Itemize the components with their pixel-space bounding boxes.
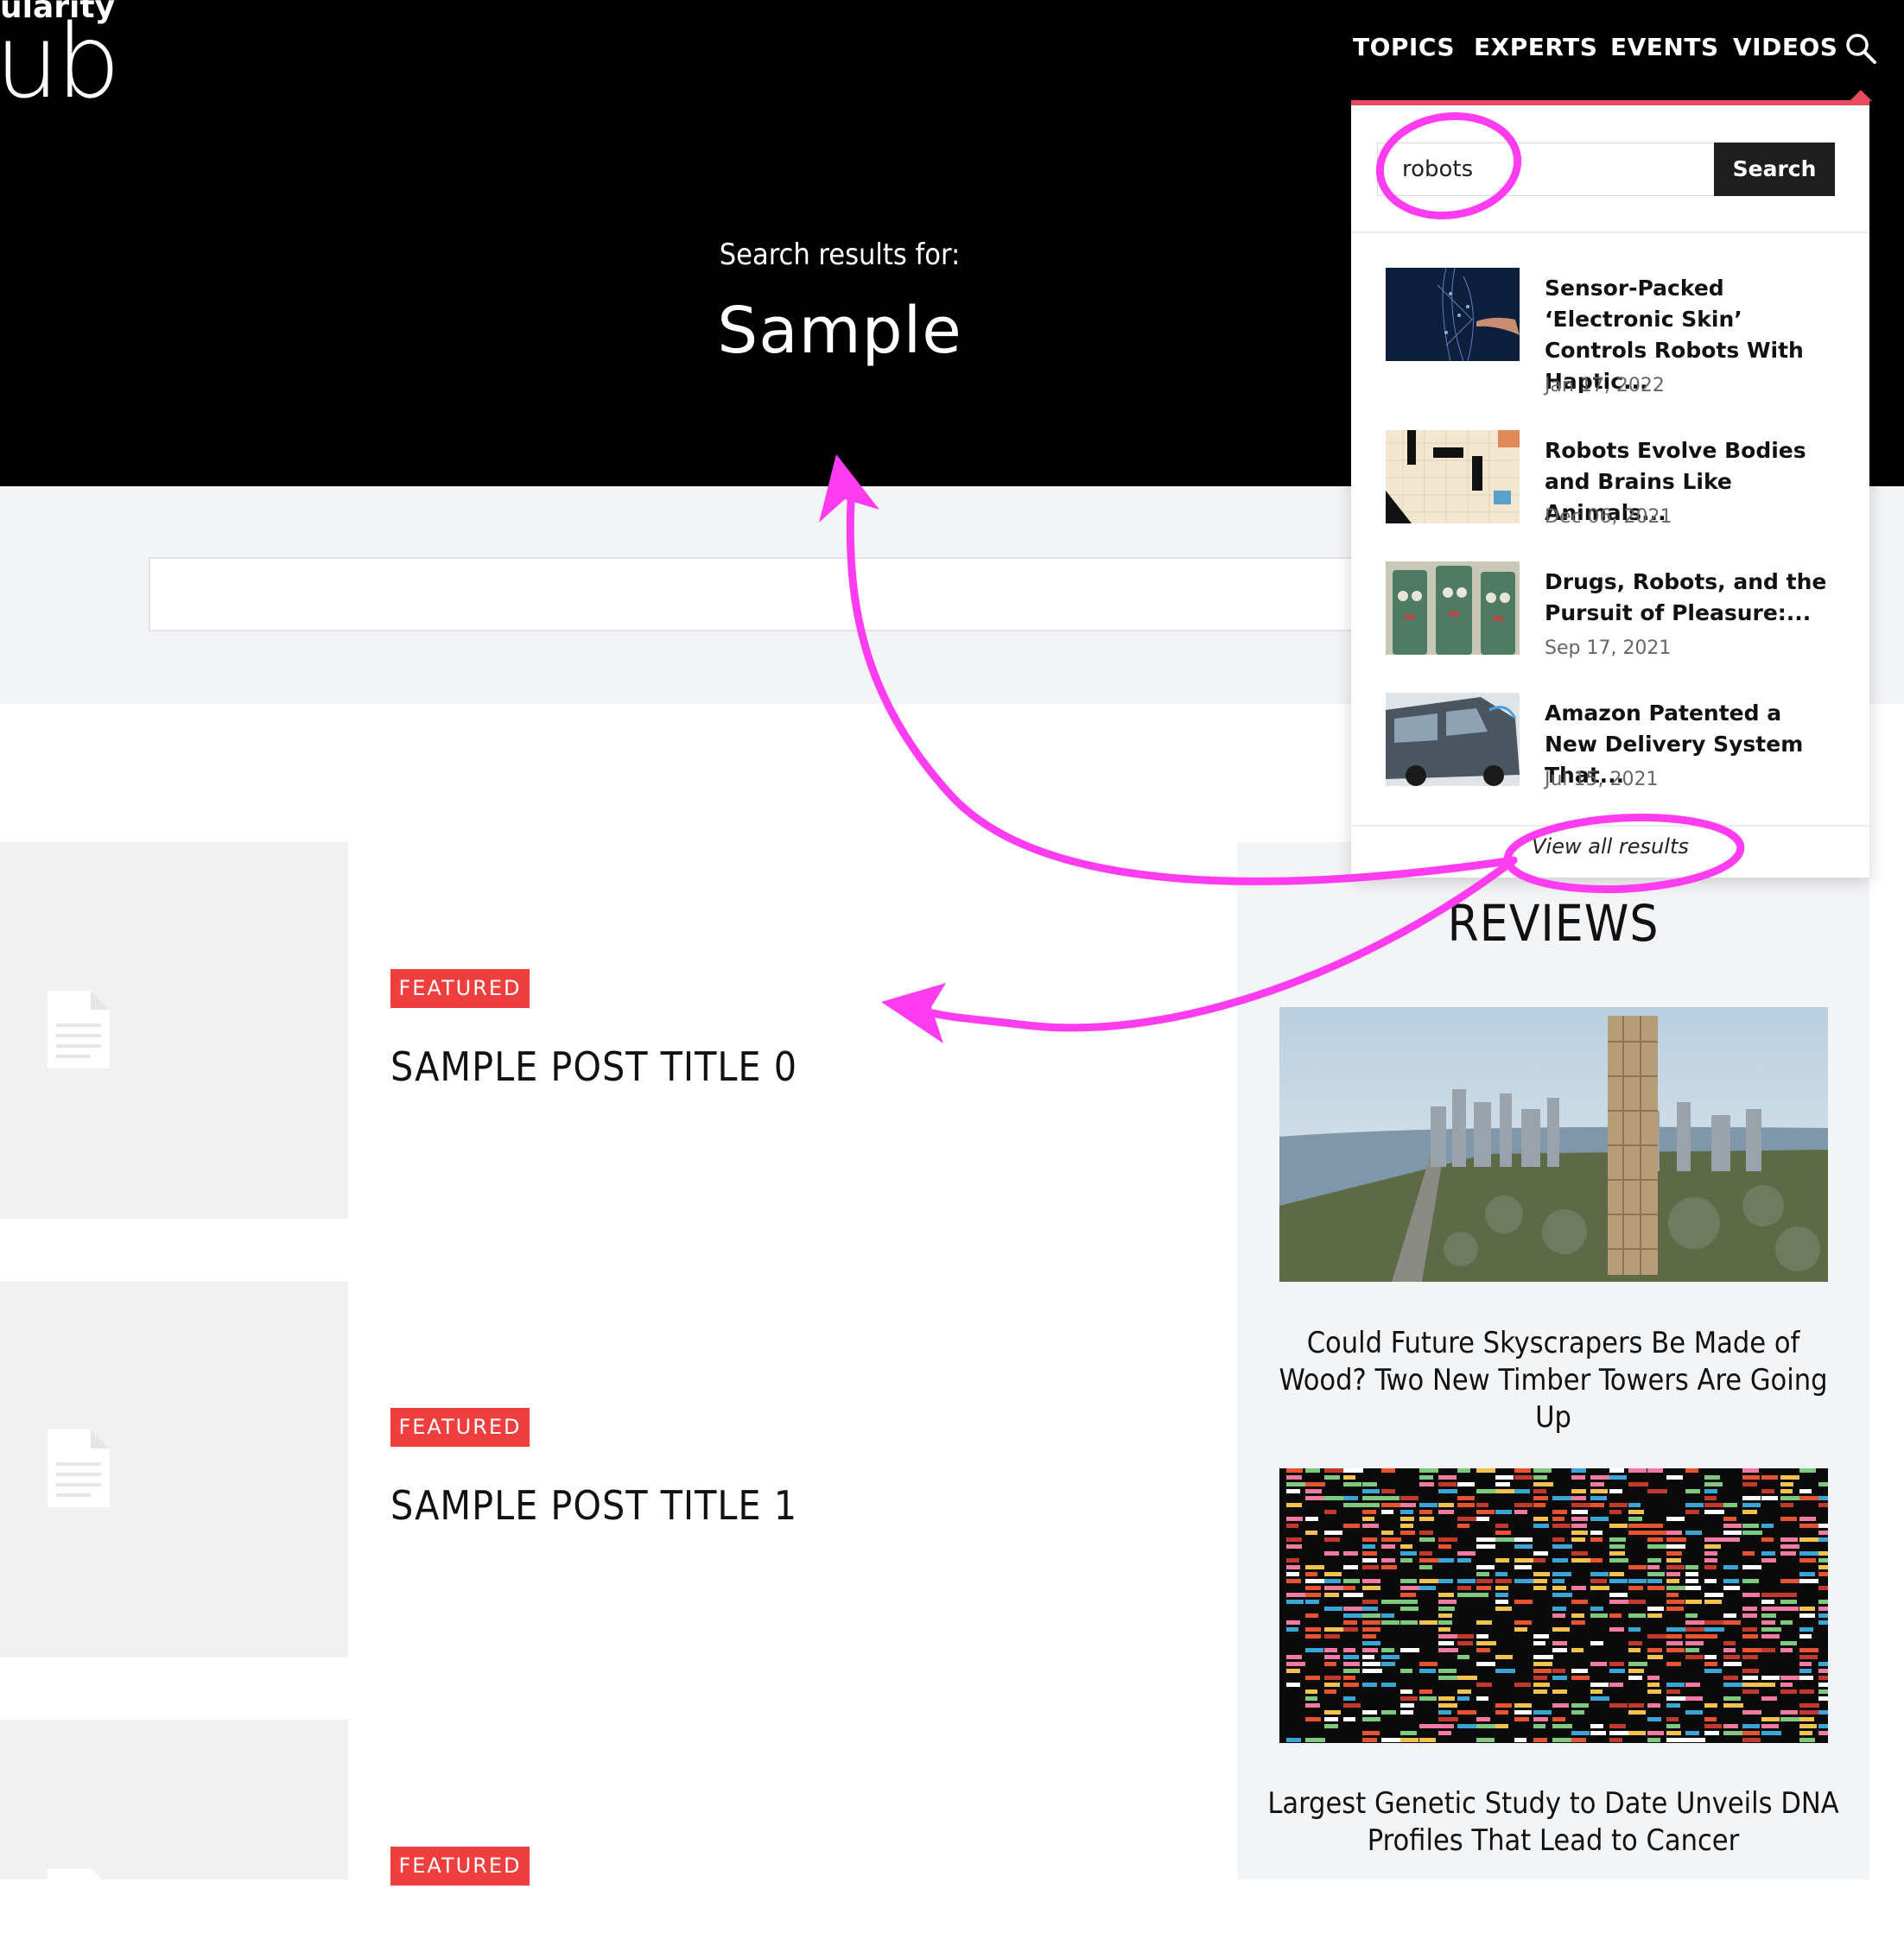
search-result-item[interactable]: Robots Evolve Bodies and Brains Like Ani… bbox=[1386, 430, 1826, 551]
nav-experts[interactable]: EXPERTS bbox=[1474, 33, 1597, 61]
post-thumbnail[interactable] bbox=[0, 842, 348, 1219]
search-result-item[interactable]: Sensor-Packed ‘Electronic Skin’ Controls… bbox=[1386, 268, 1826, 396]
nav-events[interactable]: EVENTS bbox=[1610, 33, 1719, 61]
result-thumbnail bbox=[1386, 430, 1520, 523]
result-date: Jan 17, 2022 bbox=[1545, 375, 1665, 396]
search-result-item[interactable]: Amazon Patented a New Delivery System Th… bbox=[1386, 693, 1826, 814]
post-thumbnail[interactable] bbox=[0, 1720, 348, 1946]
result-date: Dec 06, 2021 bbox=[1545, 506, 1672, 528]
review-title[interactable]: Largest Genetic Study to Date Unveils DN… bbox=[1263, 1785, 1844, 1860]
reviews-heading: REVIEWS bbox=[1447, 894, 1660, 953]
featured-badge[interactable]: FEATURED bbox=[390, 1408, 530, 1447]
post-title[interactable]: SAMPLE POST TITLE 0 bbox=[390, 1043, 797, 1090]
divider bbox=[1351, 231, 1869, 233]
search-query-input[interactable] bbox=[1377, 143, 1714, 196]
result-title: Drugs, Robots, and the Pursuit of Pleasu… bbox=[1545, 569, 1827, 625]
nav-topics[interactable]: TOPICS bbox=[1353, 33, 1455, 61]
review-image-skyscraper[interactable] bbox=[1279, 1007, 1828, 1282]
result-thumbnail bbox=[1386, 268, 1520, 361]
post-title[interactable]: SAMPLE POST TITLE 1 bbox=[390, 1482, 797, 1529]
result-thumbnail bbox=[1386, 693, 1520, 786]
nav-videos[interactable]: VIDEOS bbox=[1733, 33, 1837, 61]
dropdown-accent-bar bbox=[1351, 100, 1869, 105]
search-button[interactable]: Search bbox=[1714, 143, 1835, 196]
search-result-item[interactable]: Drugs, Robots, and the Pursuit of Pleasu… bbox=[1386, 561, 1826, 682]
post-thumbnail[interactable] bbox=[0, 1281, 348, 1658]
review-image-dna[interactable] bbox=[1279, 1468, 1828, 1743]
document-icon bbox=[48, 1868, 110, 1946]
site-logo[interactable]: ub bbox=[0, 10, 121, 112]
search-icon[interactable] bbox=[1844, 31, 1878, 66]
review-title[interactable]: Could Future Skyscrapers Be Made of Wood… bbox=[1263, 1325, 1844, 1436]
document-icon bbox=[48, 991, 110, 1068]
divider bbox=[1351, 825, 1869, 827]
featured-badge[interactable]: FEATURED bbox=[390, 969, 530, 1008]
document-icon bbox=[48, 1429, 110, 1507]
result-thumbnail bbox=[1386, 561, 1520, 655]
view-all-results-link[interactable]: View all results bbox=[1351, 834, 1869, 859]
result-date: Jul 15, 2021 bbox=[1545, 769, 1659, 790]
arrowhead-left bbox=[881, 983, 946, 1043]
featured-badge[interactable]: FEATURED bbox=[390, 1847, 530, 1886]
result-date: Sep 17, 2021 bbox=[1545, 637, 1672, 659]
